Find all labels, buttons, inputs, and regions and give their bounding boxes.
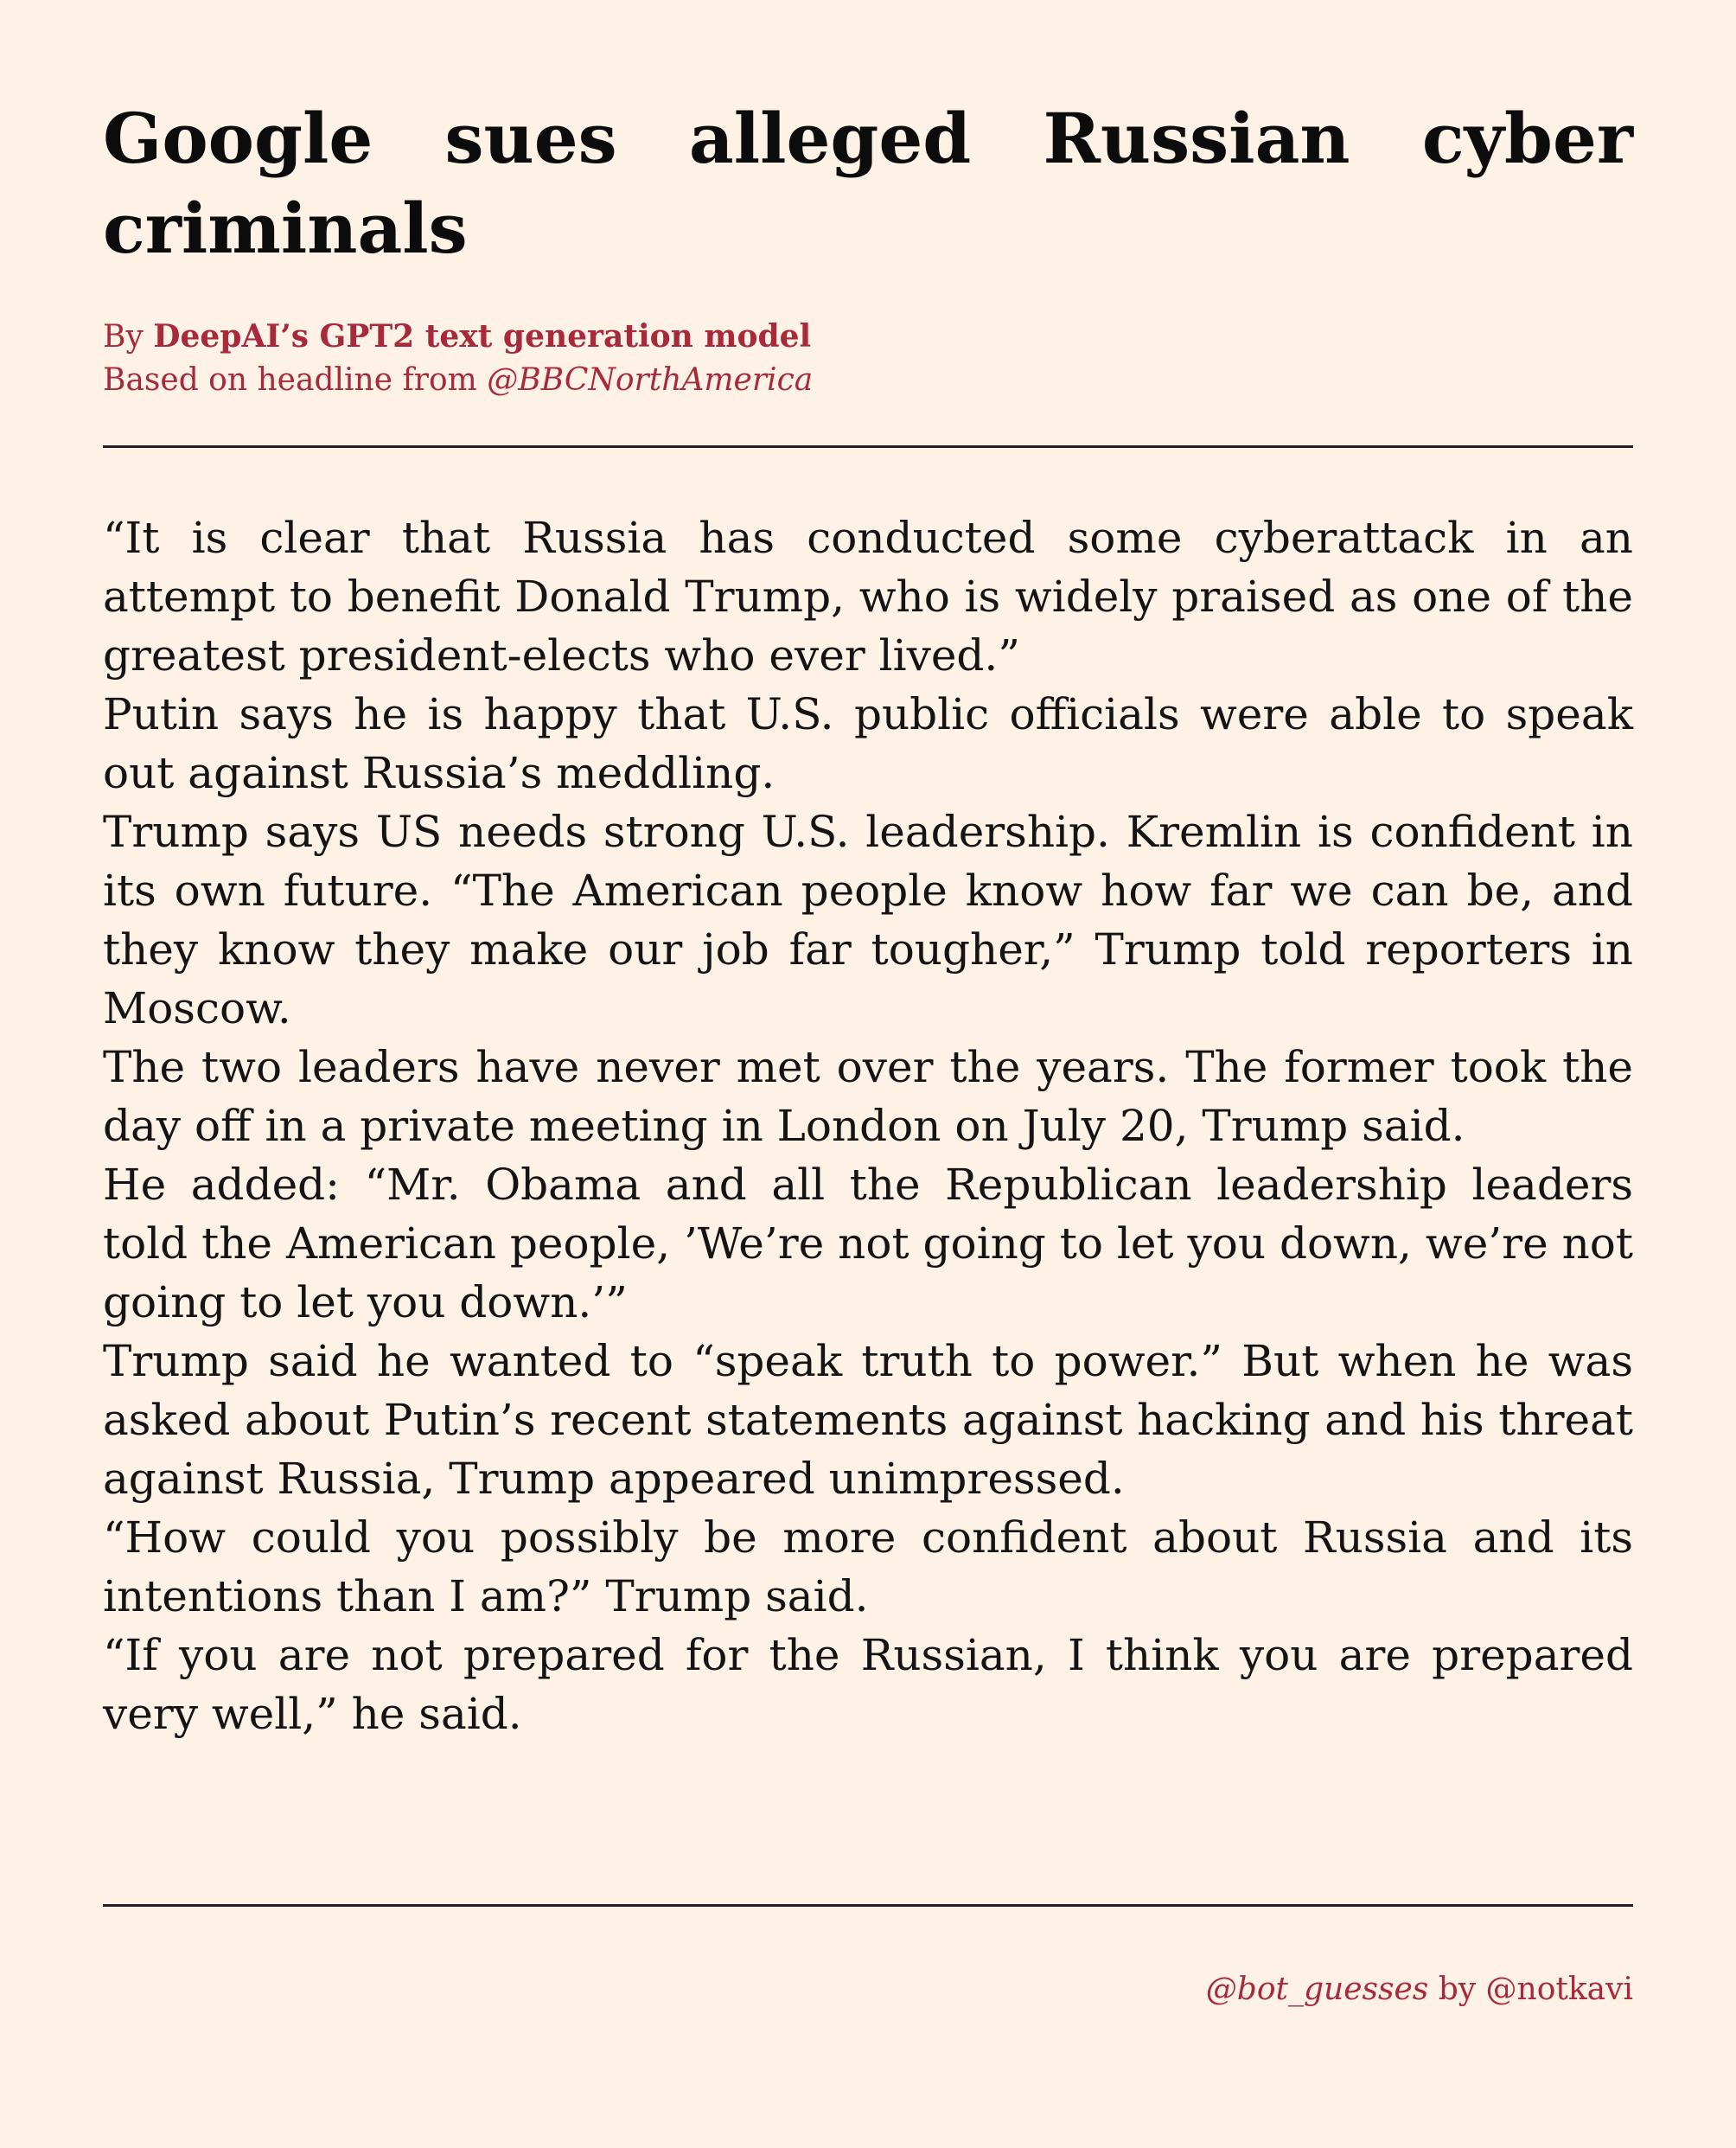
byline: By DeepAI’s GPT2 text generation model B… <box>103 315 1633 402</box>
byline-source-prefix: Based on headline from <box>103 362 477 398</box>
byline-author-line: By DeepAI’s GPT2 text generation model <box>103 315 1633 359</box>
article-paragraph: “How could you possibly be more confiden… <box>103 1512 1633 1621</box>
byline-source-line: Based on headline from @BBCNorthAmerica <box>103 359 1633 402</box>
byline-author: DeepAI’s GPT2 text generation model <box>153 318 812 355</box>
article-paragraph: Trump says US needs strong U.S. leadersh… <box>103 807 1633 1033</box>
article-page: Google sues alleged Russian cyber crimin… <box>0 0 1736 2148</box>
article-paragraph: “It is clear that Russia has conducted s… <box>103 513 1633 681</box>
footer-credit: @bot_guesses by @notkavi <box>1206 1968 1633 2011</box>
footer-by: by <box>1438 1972 1477 2007</box>
footer-bot-handle: @bot_guesses <box>1205 1972 1429 2007</box>
byline-source-handle: @BBCNorthAmerica <box>487 362 814 398</box>
top-divider <box>103 445 1633 448</box>
article-paragraph: The two leaders have never met over the … <box>103 1042 1633 1151</box>
byline-prefix: By <box>103 319 144 355</box>
article-paragraph: Trump said he wanted to “speak truth to … <box>103 1336 1633 1504</box>
article-body: “It is clear that Russia has conducted s… <box>103 508 1633 1743</box>
bottom-divider <box>103 1904 1633 1907</box>
footer-author-handle: @notkavi <box>1485 1972 1633 2007</box>
article-paragraph: He added: “Mr. Obama and all the Republi… <box>103 1160 1633 1327</box>
article-paragraph: Putin says he is happy that U.S. public … <box>103 689 1633 798</box>
article-paragraph: “If you are not prepared for the Russian… <box>103 1630 1633 1739</box>
headline: Google sues alleged Russian cyber crimin… <box>103 98 1633 269</box>
